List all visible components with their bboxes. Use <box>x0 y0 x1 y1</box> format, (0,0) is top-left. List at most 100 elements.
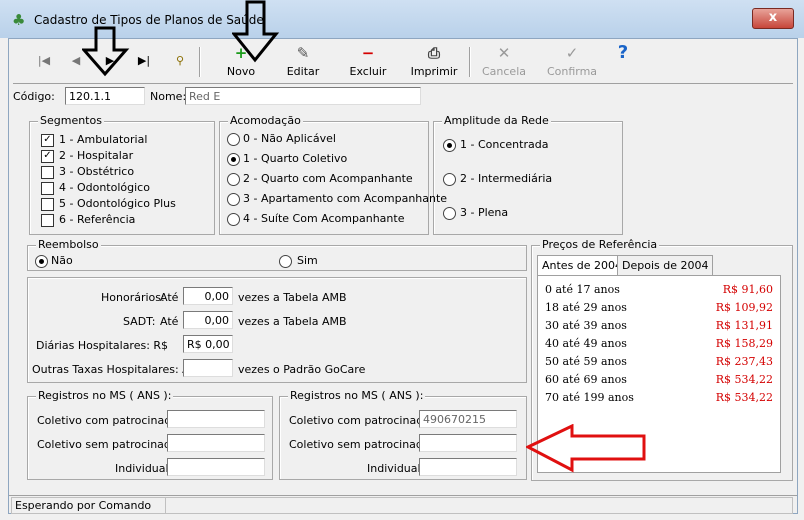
client-area: |◀ ◀ ▶ ▶| ⚲ + Novo ✎ Editar − Excluir ⎙ … <box>8 38 798 514</box>
nome-label: Nome: <box>150 90 187 103</box>
preco-valor-label: R$ 109,92 <box>715 301 773 314</box>
reembolso-nao-label: Não <box>51 254 73 267</box>
status-bar: Esperando por Comando <box>9 495 797 514</box>
sadt-ate-label: Até <box>160 315 179 328</box>
acomodacao-label: 3 - Apartamento com Acompanhante <box>243 192 448 205</box>
close-button[interactable]: x <box>752 8 794 29</box>
annotation-arrow-down-icon <box>82 26 130 77</box>
nav-first-icon[interactable]: |◀ <box>33 51 55 71</box>
preco-valor-label: R$ 131,91 <box>715 319 773 332</box>
app-window: ♣ Cadastro de Tipos de Planos de Saúde x… <box>0 0 804 520</box>
preco-valor-label: R$ 158,29 <box>715 337 773 350</box>
amplitude-title: Amplitude da Rede <box>442 114 551 127</box>
registros-left-sem-field[interactable] <box>167 434 265 452</box>
segmento-checkbox[interactable] <box>41 182 54 195</box>
acomodacao-radio[interactable] <box>227 213 240 226</box>
registros-right-ind-label: Individual: <box>367 462 425 475</box>
registros-right-ind-field[interactable] <box>419 458 517 476</box>
cancela-label: Cancela <box>481 65 526 78</box>
outras-taxas-vezes-label: vezes o Padrão GoCare <box>238 363 366 376</box>
toolbar-separator <box>199 47 201 77</box>
status-text: Esperando por Comando <box>11 497 166 514</box>
amplitude-radio[interactable] <box>443 173 456 186</box>
amplitude-label: 3 - Plena <box>460 206 509 219</box>
cancel-x-icon: ✕ <box>497 44 511 62</box>
registros-left-com-field[interactable] <box>167 410 265 428</box>
search-icon[interactable]: ⚲ <box>169 51 191 71</box>
toolbar: |◀ ◀ ▶ ▶| ⚲ + Novo ✎ Editar − Excluir ⎙ … <box>13 41 793 84</box>
segmento-checkbox[interactable] <box>41 214 54 227</box>
confirma-button[interactable]: ✓ Confirma <box>543 41 601 83</box>
reembolso-nao-radio[interactable] <box>35 255 48 268</box>
reembolso-sim-label: Sim <box>297 254 318 267</box>
faixa-etaria-label: 50 até 59 anos <box>545 355 627 368</box>
segmento-checkbox[interactable] <box>41 166 54 179</box>
acomodacao-radio[interactable] <box>227 153 240 166</box>
pencil-icon: ✎ <box>296 44 310 62</box>
confirma-label: Confirma <box>546 65 598 78</box>
help-button[interactable]: ? <box>611 41 635 83</box>
segmento-checkbox[interactable]: ✓ <box>41 134 54 147</box>
checkmark-icon: ✓ <box>565 44 579 62</box>
registros-left-sem-label: Coletivo sem patrocinador: <box>37 438 186 451</box>
sadt-field[interactable]: 0,00 <box>183 311 233 329</box>
segmento-label: 5 - Odontológico Plus <box>59 197 176 210</box>
codigo-label: Código: <box>13 90 55 103</box>
registros-left-ind-label: Individual: <box>115 462 173 475</box>
preco-valor-label: R$ 91,60 <box>722 283 773 296</box>
acomodacao-radio[interactable] <box>227 133 240 146</box>
preco-valor-label: R$ 534,22 <box>715 373 773 386</box>
tab-antes-2004[interactable]: Antes de 2004 <box>537 255 628 275</box>
registros-right-sem-label: Coletivo sem patrocinador: <box>289 438 438 451</box>
segmento-label: 1 - Ambulatorial <box>59 133 148 146</box>
acomodacao-radio[interactable] <box>227 193 240 206</box>
novo-label: Novo <box>226 65 256 78</box>
outras-taxas-field[interactable] <box>183 359 233 377</box>
annotation-arrow-down-icon <box>232 0 280 63</box>
faixa-etaria-label: 18 até 29 anos <box>545 301 627 314</box>
acomodacao-radio[interactable] <box>227 173 240 186</box>
segmentos-title: Segmentos <box>38 114 104 127</box>
codigo-field[interactable]: 120.1.1 <box>65 87 145 105</box>
faixa-etaria-label: 40 até 49 anos <box>545 337 627 350</box>
editar-button[interactable]: ✎ Editar <box>279 41 327 83</box>
segmento-checkbox[interactable] <box>41 198 54 211</box>
registros-right-com-field[interactable]: 490670215 <box>419 410 517 428</box>
segmento-checkbox[interactable]: ✓ <box>41 150 54 163</box>
precos-tabs: Antes de 2004 Depois de 2004 <box>537 255 787 275</box>
amplitude-radio[interactable] <box>443 139 456 152</box>
acomodacao-title: Acomodação <box>228 114 303 127</box>
amplitude-label: 2 - Intermediária <box>460 172 553 185</box>
segmento-label: 4 - Odontológico <box>59 181 150 194</box>
amplitude-label: 1 - Concentrada <box>460 138 549 151</box>
imprimir-button[interactable]: ⎙ Imprimir <box>409 41 459 83</box>
tab-depois-2004[interactable]: Depois de 2004 <box>617 255 714 275</box>
excluir-button[interactable]: − Excluir <box>343 41 393 83</box>
faixa-etaria-label: 30 até 39 anos <box>545 319 627 332</box>
outras-taxas-label: Outras Taxas Hospitalares: Até <box>32 363 201 376</box>
registros-right-com-label: Coletivo com patrocinador: <box>289 414 438 427</box>
amplitude-radio[interactable] <box>443 207 456 220</box>
registros-left-com-label: Coletivo com patrocinador: <box>37 414 186 427</box>
sadt-vezes-label: vezes a Tabela AMB <box>238 315 347 328</box>
nav-last-icon[interactable]: ▶| <box>133 51 155 71</box>
registros-left-ind-field[interactable] <box>167 458 265 476</box>
segmento-label: 2 - Hospitalar <box>59 149 134 162</box>
cancela-button[interactable]: ✕ Cancela <box>479 41 529 83</box>
honorarios-vezes-label: vezes a Tabela AMB <box>238 291 347 304</box>
diarias-label: Diárias Hospitalares: R$ <box>36 339 169 352</box>
reembolso-sim-radio[interactable] <box>279 255 292 268</box>
faixa-etaria-label: 60 até 69 anos <box>545 373 627 386</box>
nome-field[interactable]: Red E <box>185 87 421 105</box>
acomodacao-label: 1 - Quarto Coletivo <box>243 152 348 165</box>
app-icon: ♣ <box>12 11 26 29</box>
segmento-label: 3 - Obstétrico <box>59 165 135 178</box>
registros-right-sem-field[interactable] <box>419 434 517 452</box>
preco-valor-label: R$ 237,43 <box>715 355 773 368</box>
acomodacao-label: 0 - Não Aplicável <box>243 132 336 145</box>
annotation-arrow-left-icon <box>526 424 646 473</box>
sadt-label: SADT: <box>123 315 156 328</box>
diarias-field[interactable]: R$ 0,00 <box>183 335 233 353</box>
honorarios-ate-label: Até <box>160 291 179 304</box>
honorarios-field[interactable]: 0,00 <box>183 287 233 305</box>
